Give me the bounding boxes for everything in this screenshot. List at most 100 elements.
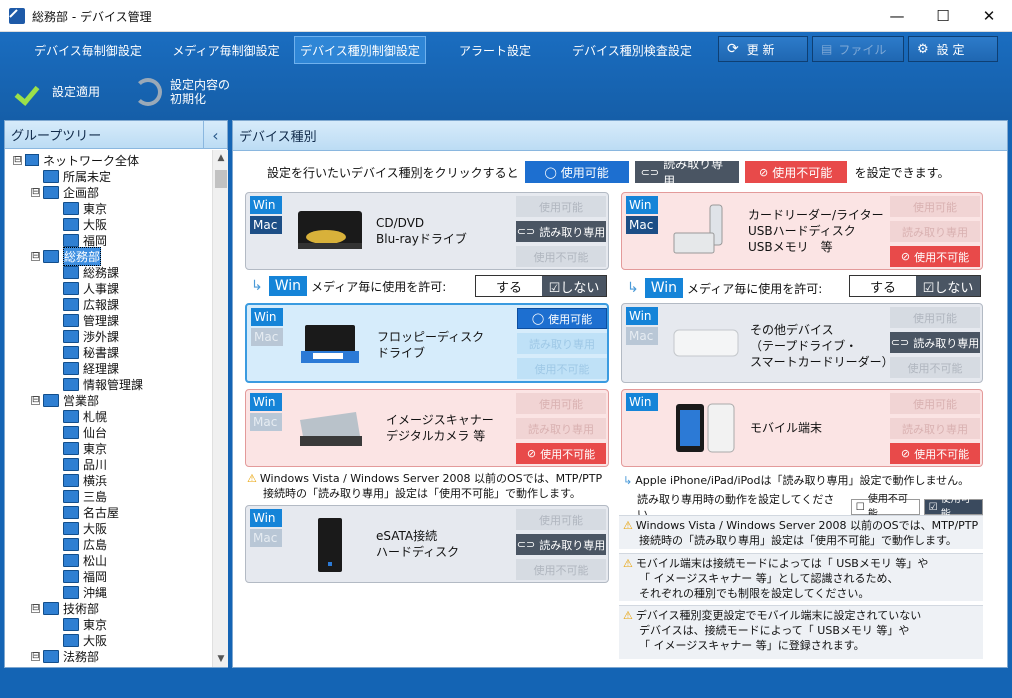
state-readonly-button[interactable]: ⊂⊃ 読み取り専用: [516, 534, 606, 555]
file-button[interactable]: ▤ ファイル: [812, 36, 904, 62]
device-card-other[interactable]: Win Mac その他デバイス （テープドライブ・ スマートカードリーダー） 使用可…: [621, 303, 983, 383]
tree-node[interactable]: 広報課: [51, 296, 119, 312]
title-bar: 総務部 - デバイス管理 — ☐ ✕: [0, 0, 1012, 32]
tree-node[interactable]: ⊟ ネットワーク全体: [13, 152, 139, 168]
permit-yes-button[interactable]: する: [850, 276, 916, 296]
device-card-floppy[interactable]: Win Mac フロッピーディスク ドライブ ◯ 使用可能 読み取り専用 使用不可能: [245, 303, 609, 383]
tree-node[interactable]: 東京: [51, 616, 107, 632]
media-permit-toggle-right[interactable]: する ☑しない: [849, 275, 981, 297]
tab-device-control[interactable]: デバイス毎制御設定: [20, 36, 156, 64]
tab-alert-settings[interactable]: アラート設定: [440, 36, 550, 64]
state-readonly-button[interactable]: ⊂⊃ 読み取り専用: [890, 332, 980, 353]
collapse-pane-button[interactable]: ‹: [203, 121, 227, 149]
device-card-scanner[interactable]: Win Mac イメージスキャナー デジタルカメラ 等 使用可能 読み取り専用 ⊘…: [245, 389, 609, 467]
state-usable-button[interactable]: ◯ 使用可能: [517, 308, 607, 329]
folder-icon: [43, 601, 59, 615]
apply-settings-button[interactable]: 設定適用: [16, 74, 100, 110]
scroll-thumb[interactable]: [215, 170, 227, 188]
tree-node[interactable]: 管理課: [51, 312, 119, 328]
device-card-cddvd[interactable]: Win Mac CD/DVD Blu-rayドライブ 使用可能 ⊂⊃ 読み取り専用 …: [245, 192, 609, 270]
device-card-esata[interactable]: Win Mac eSATA接続 ハードディスク 使用可能 ⊂⊃ 読み取り専用 使用不…: [245, 505, 609, 583]
tab-media-control[interactable]: メディア毎制御設定: [158, 36, 294, 64]
tree-node[interactable]: 所属未定: [31, 168, 111, 184]
collapse-toggle-icon[interactable]: ⊟: [31, 651, 40, 661]
tree-scrollbar[interactable]: ▲ ▼: [212, 150, 228, 667]
tree-node[interactable]: 情報管理課: [51, 376, 143, 392]
maximize-button[interactable]: ☐: [920, 0, 966, 32]
state-readonly-button[interactable]: 読み取り専用: [890, 418, 980, 439]
tree-node[interactable]: 大阪: [51, 216, 107, 232]
tree-node[interactable]: 沖縄: [51, 584, 107, 600]
state-unusable-button[interactable]: 使用不可能: [890, 357, 980, 378]
state-usable-button[interactable]: 使用可能: [516, 196, 606, 217]
media-permit-row-left: ↳ Win メディア毎に使用を許可:: [251, 276, 447, 296]
tree-node[interactable]: 大阪: [51, 520, 107, 536]
state-unusable-button[interactable]: ⊘ 使用不可能: [890, 443, 980, 464]
state-usable-button[interactable]: 使用可能: [516, 393, 606, 414]
tree-node[interactable]: 品川: [51, 456, 107, 472]
tree-node[interactable]: 渉外課: [51, 328, 119, 344]
tree-node[interactable]: 福岡: [51, 568, 107, 584]
tab-device-type-control[interactable]: デバイス種別制御設定: [294, 36, 426, 64]
permit-yes-button[interactable]: する: [476, 276, 542, 296]
state-unusable-button[interactable]: ⊘ 使用不可能: [890, 246, 980, 267]
legend-readonly: ⊂⊃ 読み取り専用: [634, 157, 739, 188]
state-usable-button[interactable]: 使用可能: [890, 307, 980, 328]
group-tree: ⊟ ネットワーク全体 所属未定 ⊟ 企画部 東京 大阪 福岡 ⊟ 総務部 総務課 人事課 広報課 管理課渉…: [5, 150, 211, 667]
permit-no-button[interactable]: ☑しない: [916, 276, 980, 296]
tree-node[interactable]: ⊟ 法務部: [31, 648, 99, 664]
state-readonly-button[interactable]: 読み取り専用: [890, 221, 980, 242]
state-unusable-button[interactable]: ⊘ 使用不可能: [516, 443, 606, 464]
state-unusable-button[interactable]: 使用不可能: [516, 246, 606, 267]
tree-node[interactable]: ⊟ 企画部: [31, 184, 99, 200]
collapse-toggle-icon[interactable]: ⊟: [13, 155, 22, 165]
close-button[interactable]: ✕: [966, 0, 1012, 32]
state-readonly-button[interactable]: ⊂⊃ 読み取り専用: [516, 221, 606, 242]
state-unusable-button[interactable]: 使用不可能: [516, 559, 606, 580]
apple-unusable-checkbox[interactable]: ☐ 使用不可能: [850, 494, 920, 520]
state-usable-button[interactable]: 使用可能: [890, 196, 980, 217]
tree-node[interactable]: 三島: [51, 488, 107, 504]
state-usable-button[interactable]: 使用可能: [516, 509, 606, 530]
tree-node[interactable]: ⊟ 技術部: [31, 600, 99, 616]
media-permit-toggle-left[interactable]: する ☑しない: [475, 275, 607, 297]
reset-settings-button[interactable]: 設定内容の 初期化: [134, 74, 230, 110]
tree-node[interactable]: 広島: [51, 536, 107, 552]
tree-node-label: ネットワーク全体: [43, 153, 140, 168]
collapse-toggle-icon[interactable]: ⊟: [31, 603, 40, 613]
tree-node[interactable]: 東京: [51, 440, 107, 456]
state-unusable-button[interactable]: 使用不可能: [517, 358, 607, 379]
tree-node[interactable]: 松山: [51, 552, 107, 568]
tree-node[interactable]: 札幌: [51, 408, 107, 424]
tree-node[interactable]: 仙台: [51, 424, 107, 440]
state-readonly-button[interactable]: 読み取り専用: [516, 418, 606, 439]
tree-node[interactable]: 名古屋: [51, 504, 119, 520]
apple-usable-checkbox[interactable]: ☑ 使用可能: [923, 494, 983, 520]
tree-node[interactable]: ⊟ 総務部: [31, 246, 102, 266]
tree-node[interactable]: ⊟ 営業部: [31, 392, 99, 408]
tree-node[interactable]: 東京: [51, 200, 107, 216]
scroll-up-icon[interactable]: ▲: [213, 150, 229, 166]
folder-icon: [63, 505, 79, 519]
scroll-down-icon[interactable]: ▼: [213, 651, 229, 667]
minimize-button[interactable]: —: [874, 0, 920, 32]
collapse-toggle-icon[interactable]: ⊟: [31, 187, 40, 197]
tree-node[interactable]: 秘書課: [51, 344, 119, 360]
tree-node[interactable]: 経理課: [51, 360, 119, 376]
device-card-mobile[interactable]: Win モバイル端末 使用可能 読み取り専用 ⊘ 使用不可能: [621, 389, 983, 467]
tree-node[interactable]: 総務課: [51, 264, 119, 280]
tree-node[interactable]: 人事課: [51, 280, 119, 296]
collapse-toggle-icon[interactable]: ⊟: [31, 395, 40, 405]
state-usable-button[interactable]: 使用可能: [890, 393, 980, 414]
refresh-button[interactable]: ⟳ 更 新: [718, 36, 808, 62]
collapse-toggle-icon[interactable]: ⊟: [31, 251, 40, 261]
tree-node[interactable]: 大阪: [51, 632, 107, 648]
settings-button[interactable]: ⚙ 設 定: [908, 36, 998, 62]
state-readonly-button[interactable]: 読み取り専用: [517, 333, 607, 354]
tree-node[interactable]: 横浜: [51, 472, 107, 488]
mac-badge: Mac: [251, 328, 283, 346]
device-card-card-reader[interactable]: Win Mac カードリーダー/ライター USBハードディスク USBメモリ 等 使…: [621, 192, 983, 270]
folder-icon: [63, 425, 79, 439]
tab-device-type-inspection[interactable]: デバイス種別検査設定: [560, 36, 704, 64]
permit-no-button[interactable]: ☑しない: [542, 276, 606, 296]
